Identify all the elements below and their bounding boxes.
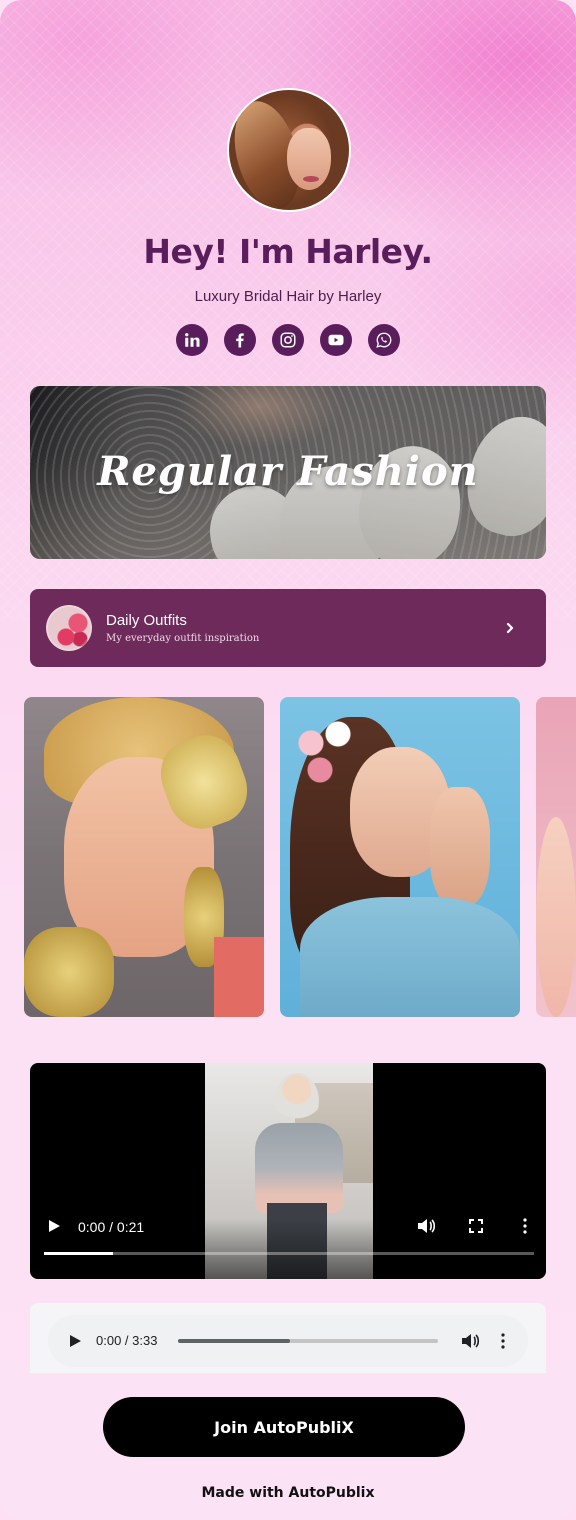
audio-player[interactable]: 0:00 / 3:33 <box>48 1315 528 1367</box>
video-progress-fill <box>44 1252 113 1255</box>
chevron-right-icon <box>506 622 514 634</box>
audio-time: 0:00 / 3:33 <box>96 1333 158 1348</box>
audio-block: 0:00 / 3:33 <box>30 1303 546 1373</box>
more-options-icon[interactable] <box>522 1218 528 1234</box>
video-player[interactable]: 0:00 / 0:21 <box>30 1063 546 1279</box>
banner-title: Regular Fashion <box>97 448 479 495</box>
avatar <box>227 88 351 212</box>
volume-icon[interactable] <box>460 1332 480 1350</box>
link-title: Daily Outfits <box>106 612 187 629</box>
linkedin-icon[interactable] <box>176 324 208 356</box>
audio-progress-bar[interactable] <box>178 1339 438 1343</box>
video-time: 0:00 / 0:21 <box>78 1219 145 1235</box>
gallery-image[interactable] <box>536 697 576 1017</box>
volume-icon[interactable] <box>416 1217 436 1235</box>
link-card-daily-outfits[interactable]: Daily Outfits My everyday outfit inspira… <box>30 589 546 667</box>
social-links <box>176 324 400 356</box>
banner-regular-fashion[interactable]: Regular Fashion <box>30 386 546 559</box>
more-options-icon[interactable] <box>500 1333 506 1349</box>
audio-progress-fill <box>178 1339 290 1343</box>
fullscreen-icon[interactable] <box>469 1219 483 1233</box>
page-title: Hey! I'm Harley. <box>143 232 433 271</box>
play-icon[interactable] <box>68 1334 82 1348</box>
join-button[interactable]: Join AutoPubliX <box>103 1397 465 1457</box>
youtube-icon[interactable] <box>320 324 352 356</box>
link-thumbnail <box>46 605 92 651</box>
page: Hey! I'm Harley. Luxury Bridal Hair by H… <box>0 0 576 1520</box>
footer-credit[interactable]: Made with AutoPublix <box>0 1485 576 1501</box>
instagram-icon[interactable] <box>272 324 304 356</box>
video-progress-bar[interactable] <box>44 1252 534 1255</box>
gallery-image[interactable] <box>280 697 520 1017</box>
link-description: My everyday outfit inspiration <box>106 633 260 644</box>
gallery-image[interactable] <box>24 697 264 1017</box>
facebook-icon[interactable] <box>224 324 256 356</box>
page-subtitle: Luxury Bridal Hair by Harley <box>194 288 382 305</box>
whatsapp-icon[interactable] <box>368 324 400 356</box>
play-icon[interactable] <box>46 1218 62 1234</box>
